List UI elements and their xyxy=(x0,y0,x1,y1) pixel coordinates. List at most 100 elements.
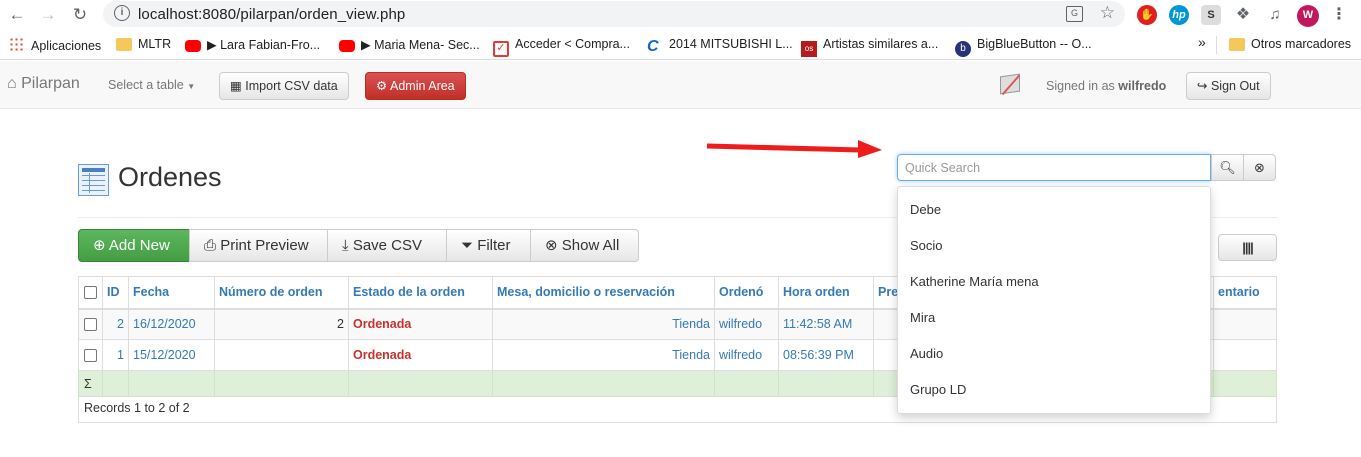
cell-comentario xyxy=(1213,308,1277,340)
cell-ordeno: wilfredo xyxy=(714,339,779,371)
print-preview-button[interactable]: ⎙ Print Preview xyxy=(189,229,328,262)
cell-hora: 11:42:58 AM xyxy=(778,308,874,340)
select-all-cell xyxy=(78,276,103,310)
col-header-mesa[interactable]: Mesa, domicilio o reservación xyxy=(492,276,715,310)
cell-estado: Ordenada xyxy=(348,308,493,340)
bookmark-star-icon[interactable]: ☆ xyxy=(1100,3,1115,23)
os-logo-icon: os xyxy=(801,41,817,57)
row-select-cell xyxy=(78,308,103,340)
cell-fecha[interactable]: 15/12/2020 xyxy=(128,339,215,371)
bookmark-mltr[interactable]: MLTR xyxy=(116,37,171,51)
clear-search-button[interactable]: ⊗ xyxy=(1243,154,1276,181)
row-select-cell xyxy=(78,339,103,371)
select-all-checkbox[interactable] xyxy=(84,286,97,300)
site-info-icon[interactable]: i xyxy=(114,5,130,21)
table-icon xyxy=(78,164,109,196)
url-text: localhost:8080/pilarpan/orden_view.php xyxy=(138,6,406,23)
search-suggestions-dropdown: Debe Socio Katherine María mena Mira Aud… xyxy=(897,186,1211,414)
filter-button[interactable]: ⏷ Filter xyxy=(446,229,531,262)
bookmark-bigbluebutton[interactable]: b BigBlueButton -- O... xyxy=(955,37,1092,57)
col-header-hora[interactable]: Hora orden xyxy=(778,276,874,310)
youtube-icon xyxy=(339,40,355,52)
row-checkbox[interactable] xyxy=(84,349,97,363)
sum-symbol: Σ xyxy=(78,370,103,397)
youtube-icon xyxy=(185,40,201,52)
bbb-logo-icon: b xyxy=(955,41,971,57)
cell-mesa: Tienda xyxy=(492,308,715,340)
import-csv-button[interactable]: ▦ Import CSV data xyxy=(219,72,349,100)
bookmark-artistas[interactable]: os Artistas similares a... xyxy=(801,37,938,57)
show-all-button[interactable]: ⊗ Show All xyxy=(530,229,639,262)
cell-estado: Ordenada xyxy=(348,339,493,371)
extensions-puzzle-icon[interactable]: ❖ xyxy=(1233,5,1253,25)
hp-icon[interactable]: hp xyxy=(1169,5,1189,25)
sign-out-icon: ↪ xyxy=(1197,79,1208,93)
col-header-id[interactable]: ID xyxy=(102,276,129,310)
menu-kebab-icon[interactable]: ⋮ xyxy=(1329,5,1349,25)
search-button[interactable]: 🔍︎ xyxy=(1211,154,1244,181)
search-icon: 🔍︎ xyxy=(1219,160,1236,175)
forward-icon[interactable]: → xyxy=(37,4,59,26)
columns-toggle-button[interactable]: |||| xyxy=(1218,234,1277,261)
home-brand-link[interactable]: ⌂ Pilarpan xyxy=(7,75,80,93)
checkbox-icon: ✓ xyxy=(493,41,509,57)
select-table-dropdown[interactable]: Select a table ▼ xyxy=(108,78,195,92)
address-bar[interactable]: i localhost:8080/pilarpan/orden_view.php… xyxy=(103,1,1125,27)
filter-icon: ⏷ xyxy=(461,237,474,254)
signed-in-user: wilfredo xyxy=(1118,79,1167,93)
back-icon[interactable]: ← xyxy=(6,4,28,26)
gear-icon: ⚙ xyxy=(376,79,388,93)
media-queue-icon[interactable]: ♫ xyxy=(1265,5,1285,25)
clear-circle-icon: ⊗ xyxy=(1254,160,1265,175)
suggestion-item[interactable]: Debe xyxy=(910,202,941,217)
barcode-icon: |||| xyxy=(1242,240,1254,255)
bookmark-maria-mena[interactable]: ▶ Maria Mena- Sec... xyxy=(339,37,480,52)
add-new-button[interactable]: ⊕ Add New xyxy=(78,229,190,262)
folder-icon xyxy=(1229,38,1245,51)
save-csv-button[interactable]: ⤓ Save CSV xyxy=(327,229,447,262)
col-header-estado[interactable]: Estado de la orden xyxy=(348,276,493,310)
browser-toolbar: ← → ↻ i localhost:8080/pilarpan/orden_vi… xyxy=(0,0,1361,30)
col-header-numero[interactable]: Número de orden xyxy=(214,276,349,310)
cell-numero: 2 xyxy=(214,308,349,340)
translate-icon[interactable]: G xyxy=(1066,6,1083,22)
bookmark-mitsubishi[interactable]: C 2014 MITSUBISHI L... xyxy=(647,37,793,55)
s-extension-icon[interactable]: S xyxy=(1201,5,1221,25)
bookmark-acceder[interactable]: ✓ Acceder < Compra... xyxy=(493,37,630,57)
bookmark-apps[interactable]: Aplicaciones xyxy=(9,37,101,53)
cell-fecha[interactable]: 16/12/2020 xyxy=(128,308,215,340)
suggestion-item[interactable]: Mira xyxy=(910,310,935,325)
quick-search-group: 🔍︎ ⊗ xyxy=(897,154,1277,182)
caret-down-icon: ▼ xyxy=(187,82,196,91)
adblock-icon[interactable]: ✋ xyxy=(1137,5,1157,25)
col-header-fecha[interactable]: Fecha xyxy=(128,276,215,310)
bookmark-other[interactable]: Otros marcadores xyxy=(1229,37,1351,51)
bookmarks-more-icon[interactable]: » xyxy=(1198,34,1206,50)
suggestion-item[interactable]: Socio xyxy=(910,238,943,253)
row-checkbox[interactable] xyxy=(84,318,97,332)
signed-in-text: Signed in as wilfredo xyxy=(1046,79,1167,93)
clear-circle-icon: ⊗ xyxy=(545,237,558,254)
cell-id[interactable]: 2 xyxy=(102,308,129,340)
profile-avatar[interactable]: W xyxy=(1297,5,1319,27)
home-icon: ⌂ xyxy=(7,75,17,92)
no-camera-icon[interactable] xyxy=(1000,73,1021,96)
cell-comentario xyxy=(1213,339,1277,371)
grid-icon: ▦ xyxy=(230,79,242,93)
suggestion-item[interactable]: Audio xyxy=(910,346,943,361)
col-header-ordeno[interactable]: Ordenó xyxy=(714,276,779,310)
reload-icon[interactable]: ↻ xyxy=(69,4,91,26)
quick-search-input[interactable] xyxy=(897,154,1211,181)
cell-ordeno: wilfredo xyxy=(714,308,779,340)
suggestion-item[interactable]: Grupo LD xyxy=(910,382,966,397)
red-arrow-annotation xyxy=(706,140,882,158)
admin-area-button[interactable]: ⚙ Admin Area xyxy=(365,72,466,100)
bookmark-lara-fabian[interactable]: ▶ Lara Fabian-Fro... xyxy=(185,37,320,52)
suggestion-item[interactable]: Katherine María mena xyxy=(910,274,1039,289)
cell-hora: 08:56:39 PM xyxy=(778,339,874,371)
cell-id[interactable]: 1 xyxy=(102,339,129,371)
cell-mesa: Tienda xyxy=(492,339,715,371)
sign-out-button[interactable]: ↪ Sign Out xyxy=(1186,72,1271,100)
cell-numero xyxy=(214,339,349,371)
col-header-comentario[interactable]: entario xyxy=(1213,276,1277,310)
